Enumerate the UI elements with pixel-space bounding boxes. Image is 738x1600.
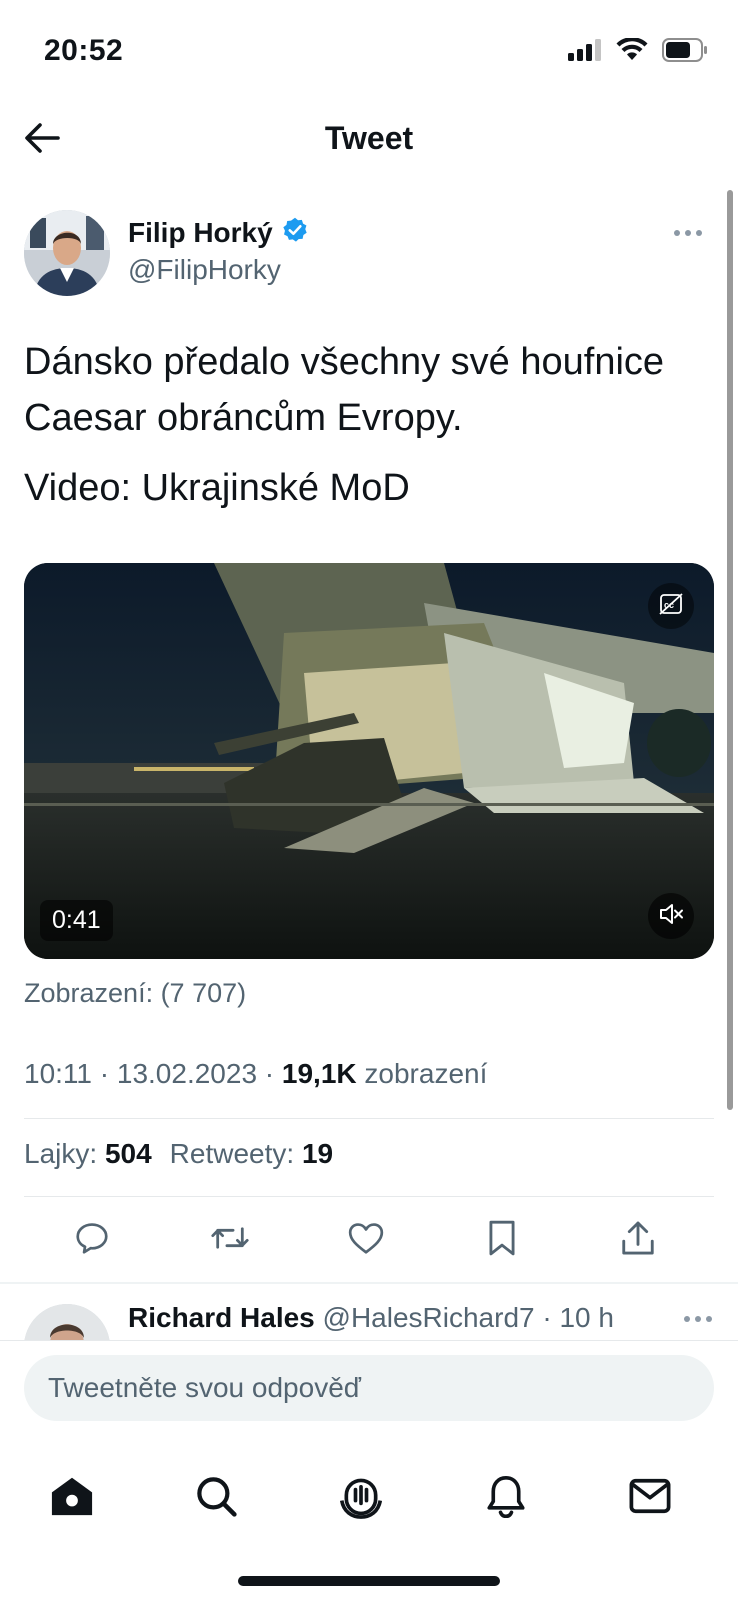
divider <box>24 1196 714 1197</box>
mute-icon <box>658 902 684 931</box>
likes-count: 504 <box>104 1138 152 1169</box>
scrollbar[interactable] <box>727 190 733 1110</box>
tweet-actions <box>0 1212 738 1268</box>
battery-icon <box>662 38 708 67</box>
bookmark-icon <box>486 1219 518 1262</box>
page-title: Tweet <box>324 120 414 156</box>
captions-off-icon: cc <box>659 592 683 620</box>
reply-avatar[interactable] <box>24 1304 110 1340</box>
reply-composer <box>0 1340 738 1440</box>
video-views: Zobrazení: (7 707) <box>24 978 247 1008</box>
tweet-stats: Lajky: 504 Retweety: 19 <box>24 1138 333 1170</box>
like-button[interactable] <box>338 1212 394 1268</box>
bottom-navigation <box>0 1456 738 1536</box>
verified-badge-icon <box>281 216 309 249</box>
reply-author-handle[interactable]: @HalesRichard7 · 10 h <box>315 1302 614 1333</box>
top-bar: Tweet <box>0 100 738 184</box>
tweet-text-line: Dánsko předalo všechny své houfnice Caes… <box>24 341 665 439</box>
nav-home[interactable] <box>42 1468 102 1528</box>
home-indicator[interactable] <box>238 1576 500 1586</box>
nav-messages[interactable] <box>620 1468 680 1528</box>
tweet-view-word: zobrazení <box>356 1058 488 1089</box>
reply-button[interactable] <box>64 1212 120 1268</box>
author-avatar[interactable] <box>24 210 110 296</box>
author-handle[interactable]: @FilipHorky <box>128 254 281 286</box>
search-icon <box>195 1475 237 1522</box>
status-bar: 20:52 <box>0 0 738 100</box>
more-dots-icon <box>673 224 703 242</box>
more-dots-icon <box>683 1310 713 1328</box>
retweets-stat[interactable]: Retweety: 19 <box>170 1138 333 1170</box>
status-time: 20:52 <box>44 34 124 67</box>
wifi-icon <box>616 37 648 67</box>
spaces-icon <box>339 1473 383 1524</box>
nav-spaces[interactable] <box>331 1468 391 1528</box>
bookmark-button[interactable] <box>474 1212 530 1268</box>
video-duration: 0:41 <box>40 900 113 941</box>
retweets-label: Retweety: <box>169 1138 302 1169</box>
tweet-text: Dánsko předalo všechny své houfnice Caes… <box>24 334 708 530</box>
retweet-button[interactable] <box>202 1212 258 1268</box>
status-icons <box>568 37 708 67</box>
likes-label: Lajky: <box>24 1138 105 1169</box>
share-button[interactable] <box>610 1212 666 1268</box>
reply-input[interactable] <box>24 1355 714 1421</box>
tweet-video[interactable]: cc 0:41 <box>24 563 714 959</box>
captions-button[interactable]: cc <box>648 583 694 629</box>
notifications-icon <box>486 1474 526 1523</box>
reply-icon <box>73 1219 111 1262</box>
reply-item[interactable]: Richard Hales @HalesRichard7 · 10 h <box>0 1298 738 1340</box>
likes-stat[interactable]: Lajky: 504 <box>24 1138 152 1170</box>
tweet-text-line: Video: Ukrajinské MoD <box>24 467 410 509</box>
author-name[interactable]: Filip Horký <box>128 217 273 249</box>
tweet-meta: 10:11 · 13.02.2023 · 19,1K zobrazení <box>24 1058 487 1090</box>
section-separator <box>0 1282 738 1284</box>
more-options-button[interactable] <box>668 218 708 248</box>
reply-header: Richard Hales @HalesRichard7 · 10 h <box>128 1302 614 1334</box>
reply-author-name[interactable]: Richard Hales <box>128 1302 315 1333</box>
retweets-count: 19 <box>301 1138 334 1169</box>
tweet-author: Filip Horký @FilipHorky <box>24 208 708 298</box>
author-name-row: Filip Horký <box>128 216 309 249</box>
reply-more-button[interactable] <box>678 1304 718 1334</box>
signal-icon <box>568 39 602 66</box>
divider <box>24 1118 714 1119</box>
like-icon <box>347 1220 385 1261</box>
nav-notifications[interactable] <box>476 1468 536 1528</box>
nav-search[interactable] <box>186 1468 246 1528</box>
video-frame <box>24 563 714 959</box>
tweet-view-count: 19,1K <box>281 1058 357 1089</box>
mute-button[interactable] <box>648 893 694 939</box>
retweet-icon <box>210 1219 250 1262</box>
tweet-timestamp[interactable]: 10:11 · 13.02.2023 · <box>24 1058 282 1089</box>
messages-icon <box>628 1477 672 1520</box>
home-icon <box>50 1475 94 1522</box>
share-icon <box>620 1219 656 1262</box>
